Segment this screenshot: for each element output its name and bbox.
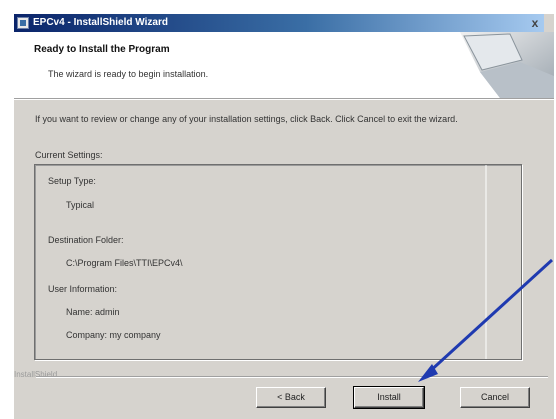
setup-type-value: Typical — [66, 200, 95, 210]
installer-app-icon — [17, 17, 29, 29]
installshield-brand: InstallShield — [14, 370, 58, 379]
setup-type-label: Setup Type: — [48, 176, 96, 186]
destination-value: C:\Program Files\TTI\EPCv4\ — [66, 258, 183, 268]
close-icon[interactable]: x — [528, 14, 542, 32]
user-company-line: Company: my company — [66, 330, 161, 340]
window-title: EPCv4 - InstallShield Wizard — [33, 17, 168, 28]
back-button[interactable]: < Back — [256, 387, 326, 408]
instruction-text: If you want to review or change any of y… — [35, 114, 458, 124]
computer-artwork-icon — [460, 32, 554, 98]
footer-divider — [36, 376, 548, 377]
user-info-label: User Information: — [48, 284, 118, 294]
page-subtitle: The wizard is ready to begin installatio… — [48, 69, 209, 79]
destination-label: Destination Folder: — [48, 235, 124, 245]
install-button[interactable]: Install — [353, 386, 425, 409]
title-bar: EPCv4 - InstallShield Wizard — [14, 14, 544, 32]
current-settings-label: Current Settings: — [35, 150, 103, 160]
user-name-line: Name: admin — [66, 307, 120, 317]
cancel-button[interactable]: Cancel — [460, 387, 530, 408]
header-panel: Ready to Install the Program The wizard … — [14, 32, 554, 98]
page-title: Ready to Install the Program — [34, 44, 170, 55]
settings-scroll-area[interactable] — [485, 165, 521, 359]
header-divider — [14, 98, 554, 100]
